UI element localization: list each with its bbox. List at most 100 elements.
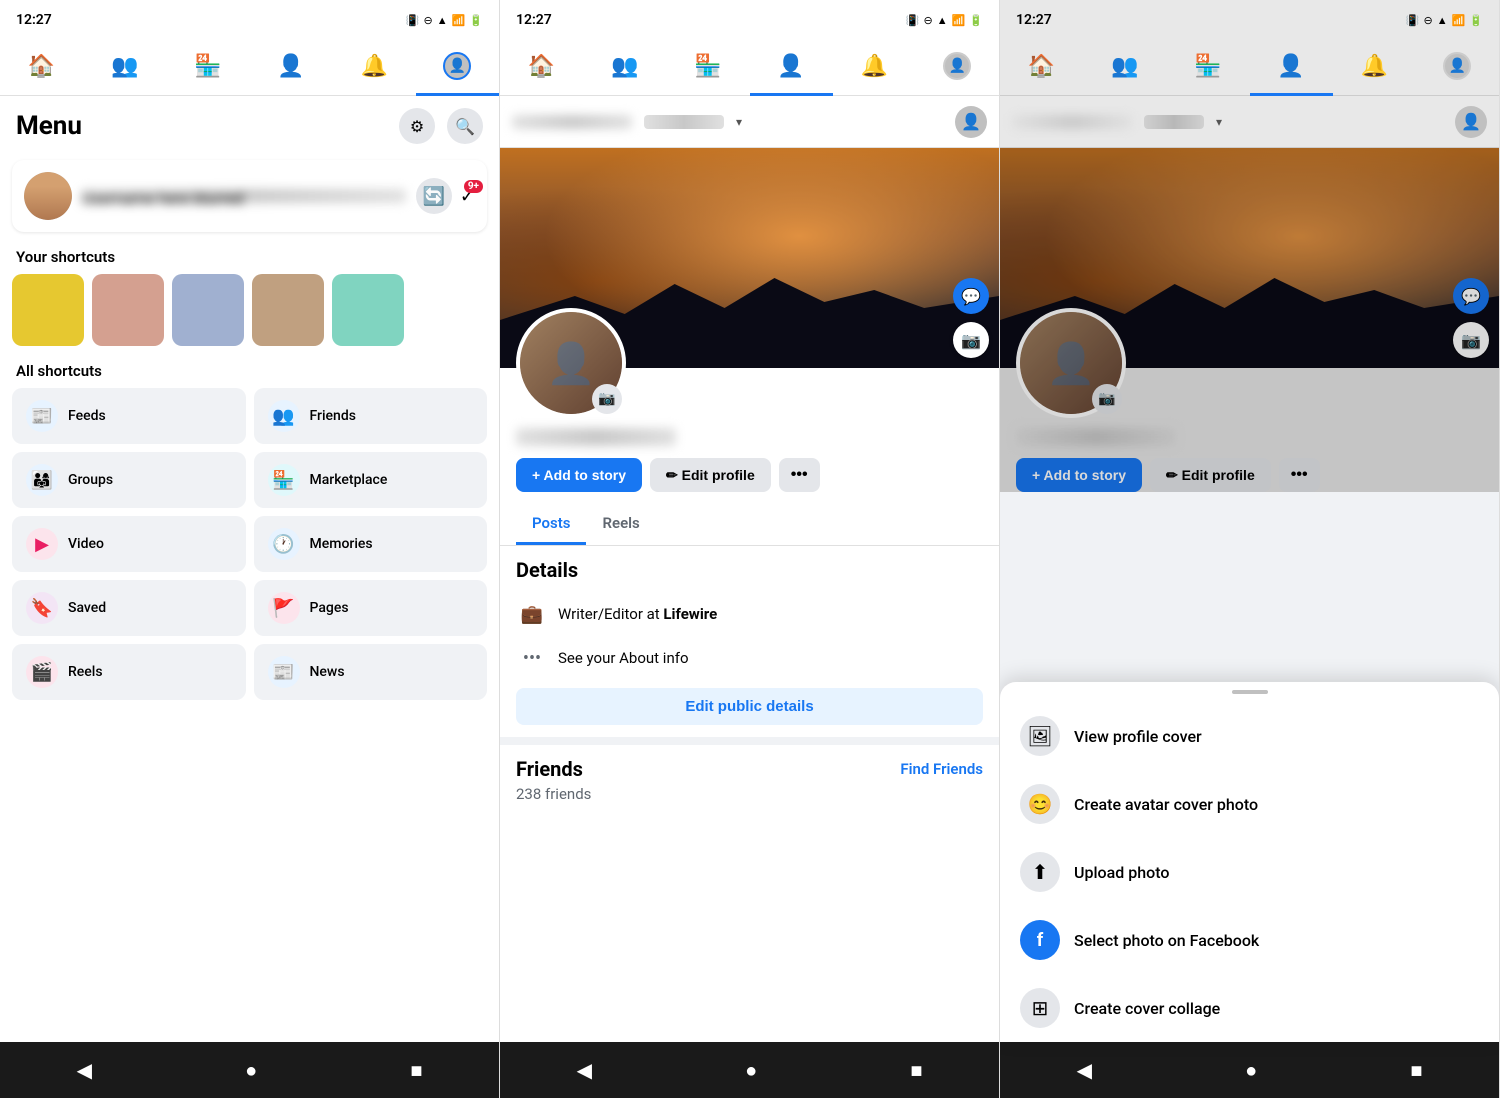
nav-home-2[interactable]: 🏠 — [500, 40, 583, 96]
nav-bell-2[interactable]: 🔔 — [833, 40, 916, 96]
profile-pic-container: 👤 📷 — [516, 308, 626, 418]
home-button-1[interactable]: ● — [225, 1050, 277, 1091]
home-button-3[interactable]: ● — [1225, 1050, 1277, 1091]
shortcut-thumb-4[interactable] — [252, 274, 324, 346]
pages-icon: 🚩 — [268, 592, 300, 624]
sheet-item-view-cover[interactable]: 🖼 View profile cover — [1000, 702, 1499, 770]
shortcut-thumb-3[interactable] — [172, 274, 244, 346]
select-facebook-icon: f — [1020, 920, 1060, 960]
dropdown-arrow[interactable]: ▾ — [736, 115, 742, 129]
recents-button-2[interactable]: ■ — [890, 1050, 942, 1091]
cover-camera-button-3[interactable]: 📷 — [1453, 322, 1489, 358]
dimmed-profile: 📷 💬 👤 📷 + Add to story ✏ Edit profile ••… — [1000, 148, 1499, 504]
user-card[interactable]: Username here blurred 🔄 ✓ 9+ — [12, 160, 487, 232]
recents-button-1[interactable]: ■ — [390, 1050, 442, 1091]
back-button-1[interactable]: ◀ — [57, 1050, 112, 1090]
profile-subname-3 — [1144, 115, 1204, 129]
nav-home-1[interactable]: 🏠 — [0, 40, 83, 96]
nav-profile-1[interactable]: 👤 — [250, 40, 333, 96]
nav-marketplace-1[interactable]: 🏪 — [166, 40, 249, 96]
cover-message-button[interactable]: 💬 — [953, 278, 989, 314]
sheet-item-create-collage[interactable]: ⊞ Create cover collage — [1000, 974, 1499, 1042]
tab-reels[interactable]: Reels — [586, 504, 655, 545]
cover-message-button-3[interactable]: 💬 — [1453, 278, 1489, 314]
shortcut-pages[interactable]: 🚩 Pages — [254, 580, 488, 636]
edit-profile-button-3[interactable]: ✏ Edit profile — [1150, 458, 1271, 492]
more-button-3[interactable]: ••• — [1279, 458, 1320, 492]
marketplace-label: Marketplace — [310, 472, 388, 488]
search-button[interactable]: 🔍 — [447, 108, 483, 144]
user-card-actions: 🔄 ✓ 9+ — [416, 178, 475, 214]
shortcut-marketplace[interactable]: 🏪 Marketplace — [254, 452, 488, 508]
nav-friends-3[interactable]: 👥 — [1083, 40, 1166, 96]
home-button-2[interactable]: ● — [725, 1050, 777, 1091]
nav-menu-2[interactable]: 👤 — [916, 40, 999, 96]
more-button[interactable]: ••• — [779, 458, 820, 492]
about-icon: ••• — [516, 642, 548, 674]
nav-marketplace-3[interactable]: 🏪 — [1166, 40, 1249, 96]
shortcut-news[interactable]: 📰 News — [254, 644, 488, 700]
upload-photo-label: Upload photo — [1074, 863, 1169, 882]
profile-camera-button-3[interactable]: 📷 — [1092, 384, 1122, 414]
profile-icon-2: 👤 — [777, 54, 804, 79]
nav-bell-3[interactable]: 🔔 — [1333, 40, 1416, 96]
nav-profile-3[interactable]: 👤 — [1250, 40, 1333, 96]
header-avatar[interactable]: 👤 — [955, 106, 987, 138]
shortcut-friends[interactable]: 👥 Friends — [254, 388, 488, 444]
friends-shortcut-icon: 👥 — [268, 400, 300, 432]
back-button-3[interactable]: ◀ — [1057, 1050, 1112, 1090]
header-avatar-3[interactable]: 👤 — [1455, 106, 1487, 138]
video-icon: ▶ — [26, 528, 58, 560]
dropdown-arrow-3[interactable]: ▾ — [1216, 115, 1222, 129]
view-cover-icon: 🖼 — [1020, 716, 1060, 756]
shortcut-thumb-1[interactable] — [12, 274, 84, 346]
detail-about[interactable]: ••• See your About info — [516, 636, 983, 680]
nav-home-3[interactable]: 🏠 — [1000, 40, 1083, 96]
nav-profile-2[interactable]: 👤 — [750, 40, 833, 96]
sheet-handle — [1232, 690, 1268, 694]
nav-menu-1[interactable]: 👤 — [416, 40, 499, 96]
status-icons-2: 📳 ⊖ ▲ 📶 🔋 — [906, 14, 983, 27]
saved-icon: 🔖 — [26, 592, 58, 624]
status-time-2: 12:27 — [516, 12, 552, 28]
add-to-story-button-3[interactable]: + Add to story — [1016, 458, 1142, 492]
sheet-item-select-facebook[interactable]: f Select photo on Facebook — [1000, 906, 1499, 974]
profile-pic-container-3: 👤 📷 — [1016, 308, 1126, 418]
edit-profile-button[interactable]: ✏ Edit profile — [650, 458, 771, 492]
shortcut-saved[interactable]: 🔖 Saved — [12, 580, 246, 636]
edit-public-button[interactable]: Edit public details — [516, 688, 983, 725]
nav-marketplace-2[interactable]: 🏪 — [666, 40, 749, 96]
settings-button[interactable]: ⚙ — [399, 108, 435, 144]
back-button-2[interactable]: ◀ — [557, 1050, 612, 1090]
friends-section: Friends Find Friends 238 friends — [500, 737, 999, 815]
shortcut-video[interactable]: ▶ Video — [12, 516, 246, 572]
shortcut-groups[interactable]: 👨‍👩‍👧 Groups — [12, 452, 246, 508]
nav-friends-1[interactable]: 👥 — [83, 40, 166, 96]
profile-camera-button[interactable]: 📷 — [592, 384, 622, 414]
vibrate-icon-2: 📳 — [906, 14, 920, 27]
details-section: Details 💼 Writer/Editor at Lifewire ••• … — [500, 546, 999, 737]
shortcut-thumb-2[interactable] — [92, 274, 164, 346]
recents-button-3[interactable]: ■ — [1390, 1050, 1442, 1091]
shortcut-memories[interactable]: 🕐 Memories — [254, 516, 488, 572]
find-friends-link[interactable]: Find Friends — [900, 760, 983, 778]
shortcut-thumb-5[interactable] — [332, 274, 404, 346]
profile-icon-3: 👤 — [1277, 54, 1304, 79]
sync-icon[interactable]: 🔄 — [416, 178, 452, 214]
bottom-sheet: 🖼 View profile cover 😊 Create avatar cov… — [1000, 682, 1499, 1042]
status-icons-1: 📳 ⊖ ▲ 📶 🔋 — [406, 14, 483, 27]
cover-camera-button[interactable]: 📷 — [953, 322, 989, 358]
create-avatar-label: Create avatar cover photo — [1074, 795, 1258, 814]
all-shortcuts-label: All shortcuts — [0, 354, 499, 384]
shortcut-feeds[interactable]: 📰 Feeds — [12, 388, 246, 444]
add-to-story-button[interactable]: + Add to story — [516, 458, 642, 492]
sheet-item-upload-photo[interactable]: ⬆ Upload photo — [1000, 838, 1499, 906]
shortcut-reels[interactable]: 🎬 Reels — [12, 644, 246, 700]
sheet-item-create-avatar[interactable]: 😊 Create avatar cover photo — [1000, 770, 1499, 838]
notification-badge[interactable]: ✓ 9+ — [460, 186, 475, 207]
tab-posts[interactable]: Posts — [516, 504, 586, 545]
nav-menu-3[interactable]: 👤 — [1416, 40, 1499, 96]
nav-friends-2[interactable]: 👥 — [583, 40, 666, 96]
nav-bell-1[interactable]: 🔔 — [333, 40, 416, 96]
bottom-nav-2: ◀ ● ■ — [500, 1042, 999, 1098]
